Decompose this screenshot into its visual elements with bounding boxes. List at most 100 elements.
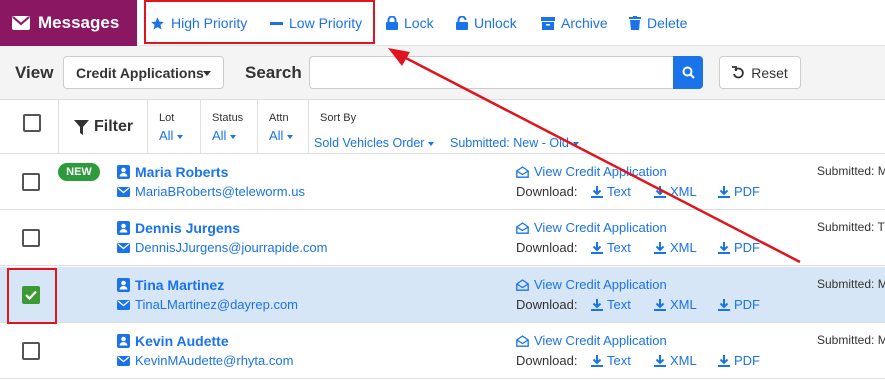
- sort-primary-value: Sold Vehicles Order: [314, 136, 425, 150]
- lock-button[interactable]: Lock: [386, 0, 434, 46]
- download-label: Download:: [516, 184, 578, 199]
- archive-icon: [541, 16, 555, 30]
- download-xml-link[interactable]: XML: [654, 297, 697, 312]
- download-label: Download:: [516, 353, 578, 368]
- contact-card-icon: [117, 165, 130, 179]
- download-text-label: Text: [607, 353, 631, 368]
- contact-name-link[interactable]: Maria Roberts: [117, 164, 228, 180]
- row-checkbox[interactable]: [22, 229, 40, 247]
- view-credit-application-link[interactable]: View Credit Application: [516, 333, 667, 348]
- contact-email-link[interactable]: DennisJJurgens@jourrapide.com: [117, 240, 327, 255]
- envelope-icon: [117, 242, 130, 253]
- download-pdf-label: PDF: [734, 240, 760, 255]
- contact-email-link[interactable]: MariaBRoberts@teleworm.us: [117, 184, 305, 199]
- contact-email: KevinMAudette@rhyta.com: [135, 353, 294, 368]
- download-icon: [591, 241, 603, 254]
- contact-name: Tina Martinez: [135, 277, 225, 293]
- table-row[interactable]: Dennis Jurgens DennisJJurgens@jourrapide.…: [0, 210, 885, 266]
- search-input[interactable]: [309, 56, 674, 89]
- envelope-icon: [117, 186, 130, 197]
- download-icon: [654, 354, 666, 367]
- download-label: Download:: [516, 240, 578, 255]
- sort-secondary[interactable]: Submitted: New - Old: [450, 136, 579, 150]
- lot-filter[interactable]: All: [159, 128, 184, 143]
- download-icon: [591, 298, 603, 311]
- download-text-link[interactable]: Text: [591, 353, 631, 368]
- top-toolbar: Messages High Priority Low Priority Lock…: [0, 0, 885, 46]
- submitted-date: Submitted: T: [817, 220, 885, 234]
- table-row[interactable]: Kevin Audette KevinMAudette@rhyta.com View…: [0, 323, 885, 379]
- status-filter[interactable]: All: [212, 128, 237, 143]
- attn-filter-value: All: [269, 128, 284, 143]
- download-xml-label: XML: [670, 240, 697, 255]
- contact-name-link[interactable]: Dennis Jurgens: [117, 220, 240, 236]
- row-checkbox[interactable]: [22, 342, 40, 360]
- download-pdf-link[interactable]: PDF: [718, 240, 760, 255]
- submitted-date: Submitted: M: [817, 277, 885, 291]
- download-pdf-link[interactable]: PDF: [718, 184, 760, 199]
- download-icon: [654, 298, 666, 311]
- download-label: Download:: [516, 297, 578, 312]
- download-xml-link[interactable]: XML: [654, 353, 697, 368]
- lock-label: Lock: [404, 15, 434, 31]
- contact-email-link[interactable]: KevinMAudette@rhyta.com: [117, 353, 293, 368]
- row-checkbox[interactable]: [22, 173, 40, 191]
- trash-icon: [629, 16, 641, 30]
- highlight-checkbox-box: [7, 268, 57, 324]
- view-credit-application-link[interactable]: View Credit Application: [516, 220, 667, 235]
- open-envelope-icon: [516, 334, 529, 347]
- view-credit-application-link[interactable]: View Credit Application: [516, 277, 667, 292]
- download-pdf-label: PDF: [734, 297, 760, 312]
- filter-icon: [74, 119, 89, 135]
- archive-label: Archive: [561, 15, 608, 31]
- contact-name-link[interactable]: Kevin Audette: [117, 333, 229, 349]
- messages-tab[interactable]: Messages: [0, 0, 137, 46]
- download-pdf-link[interactable]: PDF: [718, 353, 760, 368]
- attn-filter[interactable]: All: [269, 128, 294, 143]
- view-select[interactable]: Credit Applications: [63, 56, 224, 89]
- download-text-link[interactable]: Text: [591, 240, 631, 255]
- delete-button[interactable]: Delete: [629, 0, 687, 46]
- download-xml-link[interactable]: XML: [654, 184, 697, 199]
- contact-name: Dennis Jurgens: [135, 220, 241, 236]
- open-envelope-icon: [516, 165, 529, 178]
- contact-email: DennisJJurgens@jourrapide.com: [135, 240, 328, 255]
- reset-button[interactable]: Reset: [719, 56, 801, 89]
- view-label: View: [15, 63, 54, 82]
- contact-name-link[interactable]: Tina Martinez: [117, 277, 224, 293]
- contact-email: MariaBRoberts@teleworm.us: [135, 184, 305, 199]
- search-icon: [682, 66, 695, 79]
- download-text-link[interactable]: Text: [591, 297, 631, 312]
- contact-email-link[interactable]: TinaLMartinez@dayrep.com: [117, 297, 298, 312]
- unlock-label: Unlock: [474, 15, 517, 31]
- table-row[interactable]: Tina Martinez TinaLMartinez@dayrep.com Vie…: [0, 267, 885, 323]
- download-icon: [591, 354, 603, 367]
- download-text-link[interactable]: Text: [591, 184, 631, 199]
- download-pdf-link[interactable]: PDF: [718, 297, 760, 312]
- download-xml-label: XML: [670, 353, 697, 368]
- unlock-button[interactable]: Unlock: [456, 0, 517, 46]
- download-xml-label: XML: [670, 297, 697, 312]
- envelope-icon: [117, 355, 130, 366]
- view-credit-application-link[interactable]: View Credit Application: [516, 164, 667, 179]
- filter-button[interactable]: Filter: [74, 118, 133, 136]
- sort-primary[interactable]: Sold Vehicles Order: [314, 136, 435, 150]
- lock-icon: [386, 16, 398, 30]
- contact-name: Maria Roberts: [135, 164, 229, 180]
- table-header: Filter Lot All Status All Attn All Sort …: [0, 100, 885, 154]
- lot-column-label: Lot: [159, 112, 175, 124]
- search-button[interactable]: [673, 56, 703, 89]
- archive-button[interactable]: Archive: [541, 0, 608, 46]
- download-pdf-label: PDF: [734, 353, 760, 368]
- highlight-priority-box: [144, 0, 375, 44]
- download-xml-link[interactable]: XML: [654, 240, 697, 255]
- download-icon: [718, 354, 730, 367]
- select-all-checkbox[interactable]: [23, 114, 41, 132]
- download-icon: [654, 185, 666, 198]
- download-icon: [654, 241, 666, 254]
- open-envelope-icon: [516, 221, 529, 234]
- contact-name: Kevin Audette: [135, 333, 229, 349]
- submitted-date: Submitted: M: [817, 164, 885, 178]
- delete-label: Delete: [647, 15, 688, 31]
- table-row[interactable]: NEW Maria Roberts MariaBRoberts@teleworm.u…: [0, 154, 885, 210]
